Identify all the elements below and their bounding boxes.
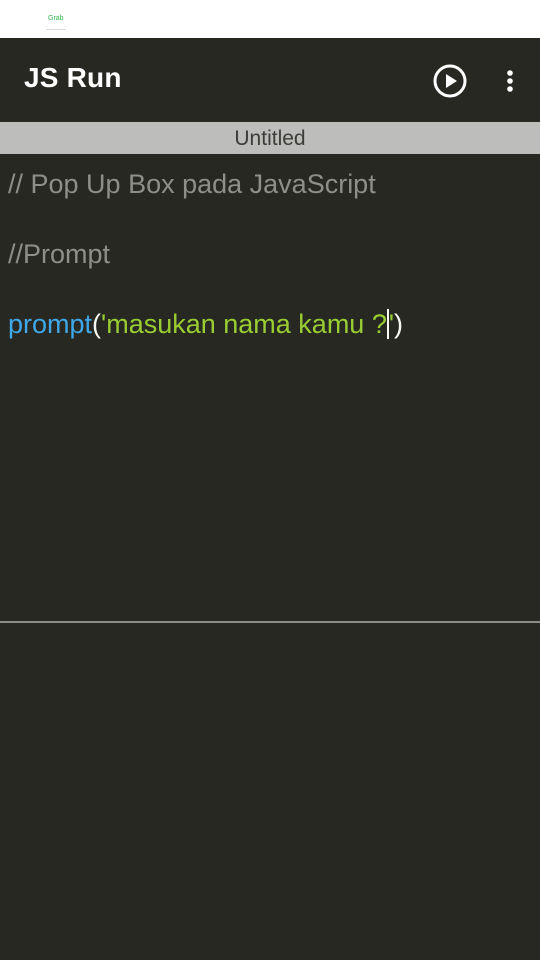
logo-underline <box>46 29 66 30</box>
function-name: prompt <box>8 309 93 339</box>
code-line-1: // Pop Up Box pada JavaScript <box>8 169 376 199</box>
string-literal: 'masukan nama kamu ? <box>101 309 387 339</box>
play-circle-icon <box>433 64 467 98</box>
open-paren: ( <box>92 309 102 339</box>
code-editor[interactable]: // Pop Up Box pada JavaScript //Prompt p… <box>0 154 540 622</box>
more-vert-icon <box>507 70 513 92</box>
close-paren: ) <box>394 309 403 339</box>
run-button[interactable] <box>432 63 468 99</box>
grab-logo: Grab <box>48 15 64 22</box>
status-bar: Grab <box>0 0 540 38</box>
more-options-button[interactable] <box>497 63 523 99</box>
file-tab-untitled[interactable]: Untitled <box>0 122 540 154</box>
code-line-3: prompt('masukan nama kamu ?') <box>8 304 403 344</box>
console-output <box>0 623 540 960</box>
app-title: JS Run <box>24 62 122 93</box>
app-bar: JS Run <box>0 38 540 122</box>
code-line-2: //Prompt <box>8 239 111 269</box>
